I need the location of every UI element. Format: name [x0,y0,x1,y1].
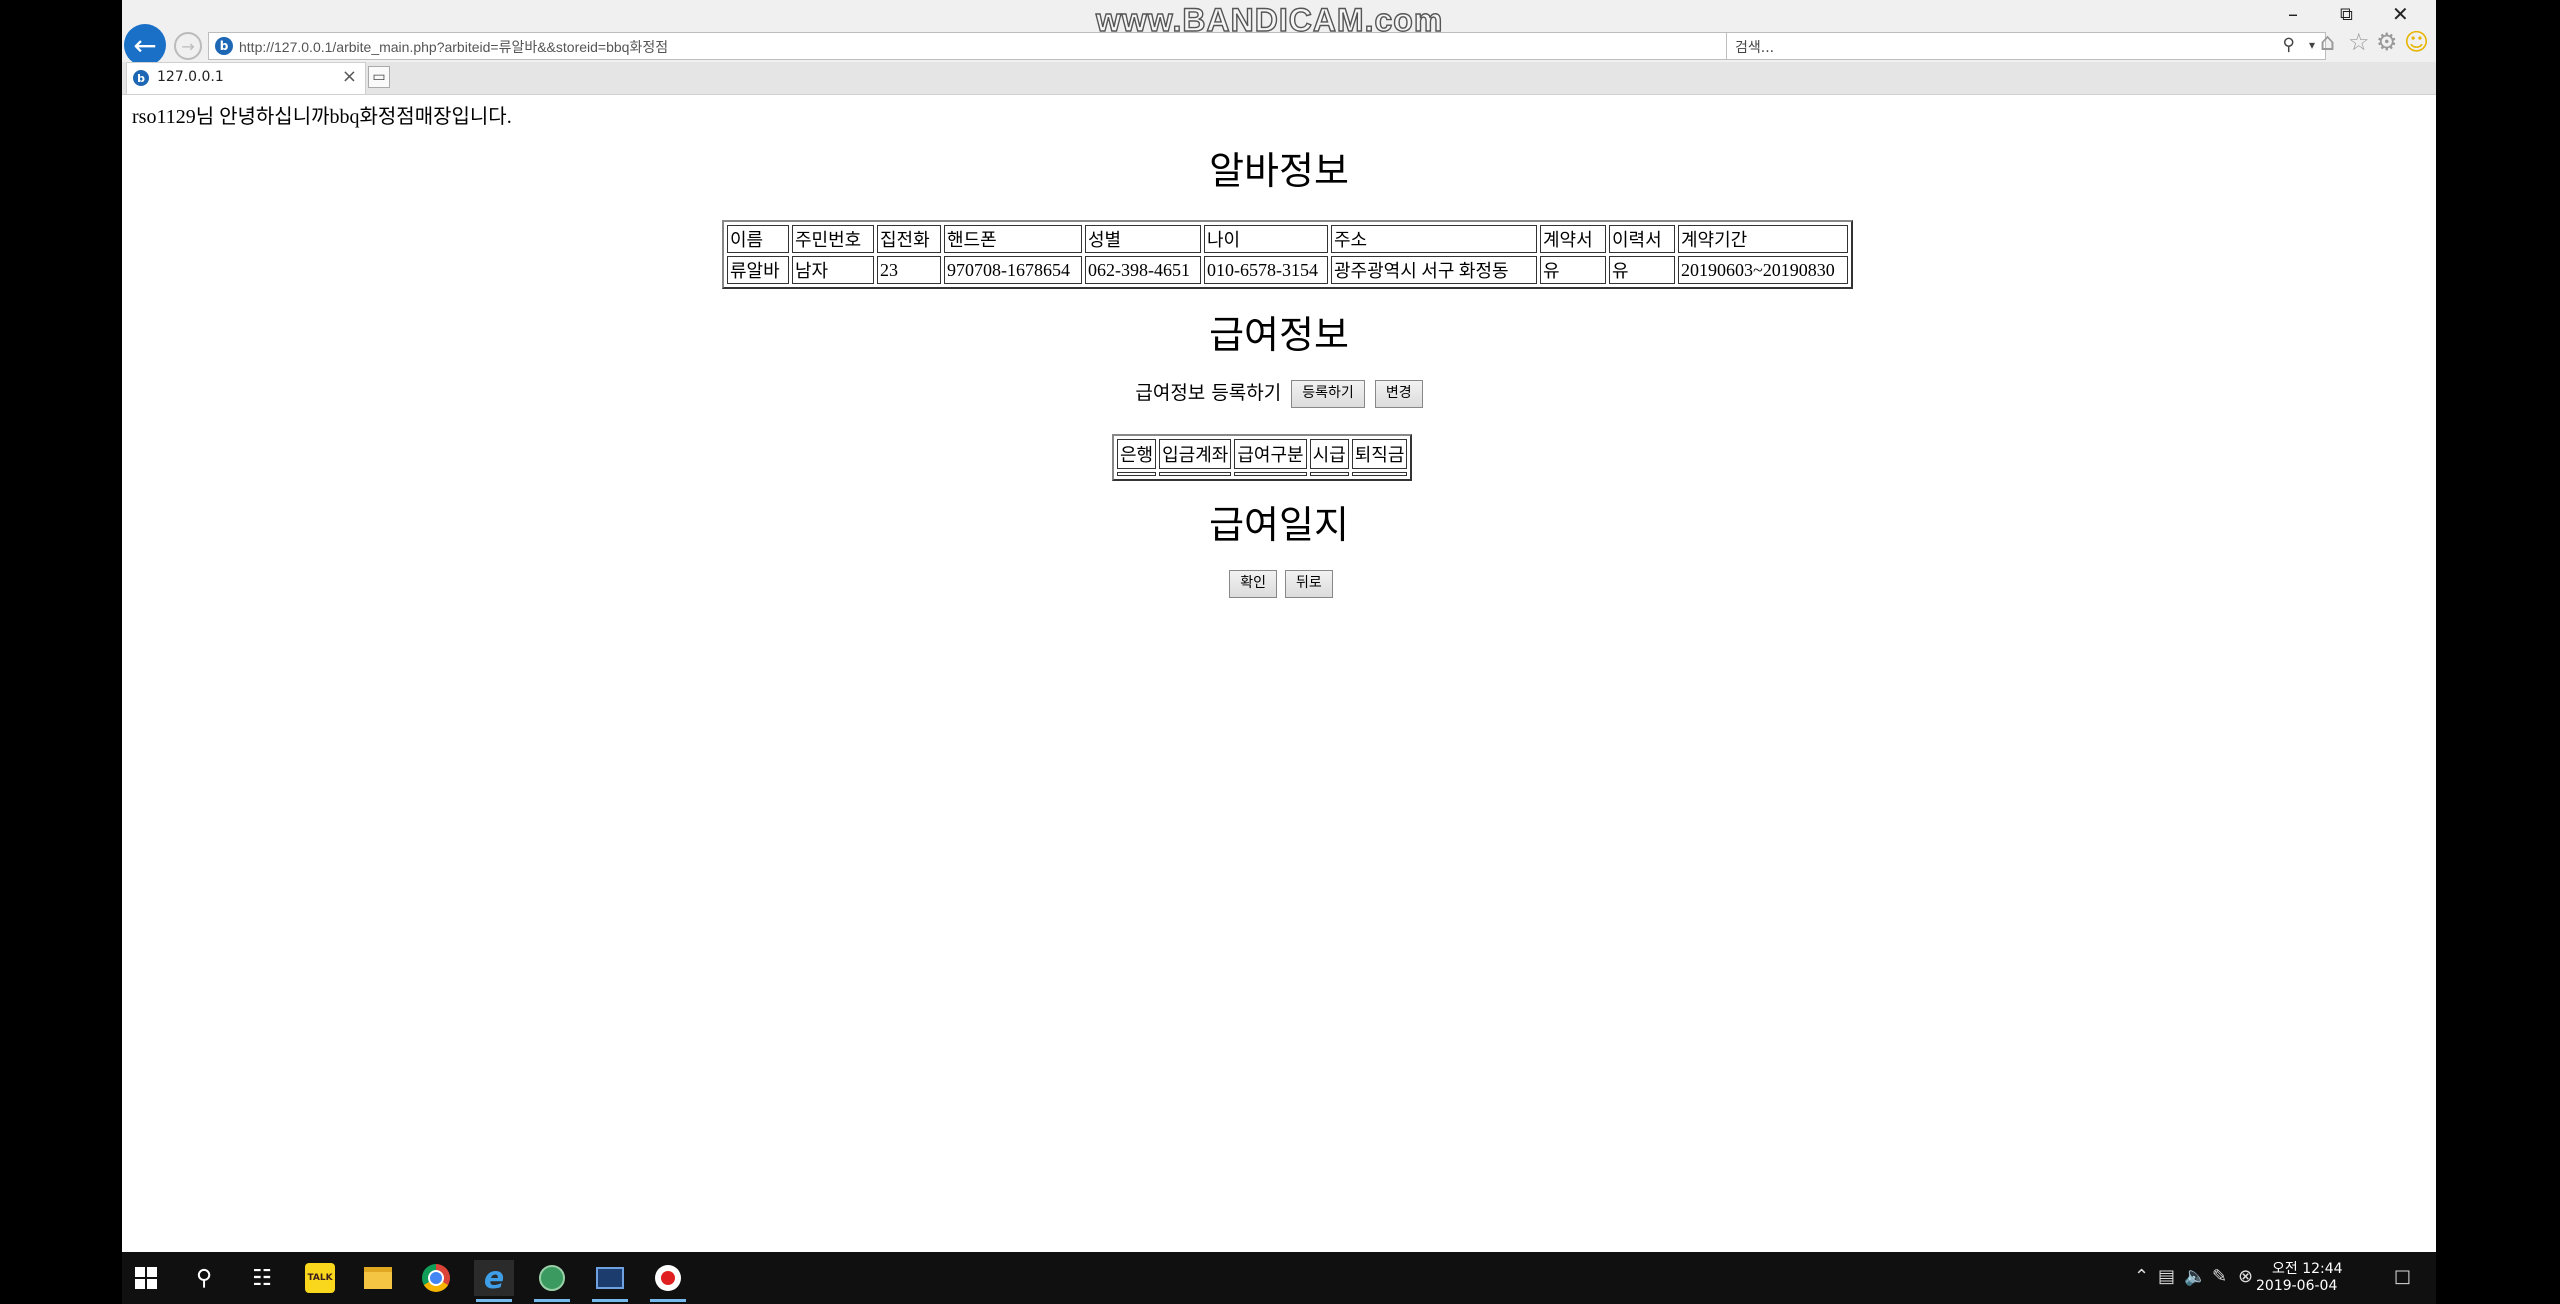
header-cell: 나이 [1204,225,1328,253]
site-icon: b [215,37,233,55]
favorites-star-icon[interactable]: ☆ [2348,28,2370,56]
header-cell: 시급 [1309,439,1349,469]
table-cell [1117,472,1157,476]
table-cell: 062-398-4651 [1085,256,1201,284]
tab-close-icon[interactable]: × [342,66,357,87]
table-header-row: 은행 입금계좌 급여구분 시급 퇴직금 [1117,439,1408,469]
volume-icon[interactable]: 🔈 [2184,1266,2206,1287]
table-cell: 광주광역시 서구 화정동 [1331,256,1537,284]
new-tab-button[interactable]: ▭ [368,66,390,88]
table-cell: 23 [877,256,941,284]
table-cell [1234,472,1307,476]
search-icon[interactable]: ⚲ [184,1260,224,1296]
table-header-row: 이름 주민번호 집전화 핸드폰 성별 나이 주소 계약서 이력서 계약기간 [727,225,1848,253]
alba-info-table: 이름 주민번호 집전화 핸드폰 성별 나이 주소 계약서 이력서 계약기간 류알… [722,220,1853,289]
kakaotalk-icon[interactable]: TALK [300,1260,340,1296]
pen-icon[interactable]: ✎ [2212,1266,2227,1287]
table-cell [1309,472,1349,476]
header-cell: 계약기간 [1678,225,1848,253]
tab-site-icon: b [133,70,149,86]
gear-icon[interactable]: ⚙ [2376,28,2398,56]
close-window-icon[interactable]: ✕ [2392,2,2409,26]
clock-date[interactable]: 2019-06-04 [2256,1278,2337,1294]
table-row [1117,472,1408,476]
task-view-icon[interactable]: ☷ [242,1260,282,1296]
navigation-bar: www.BANDICAM.com ← → b http://127.0.0.1/… [122,0,2436,66]
header-cell: 이름 [727,225,789,253]
pay-register-label: 급여정보 등록하기 [1135,382,1282,404]
table-cell: 20190603~20190830 [1678,256,1848,284]
alba-info-heading: 알바정보 [1209,149,1349,193]
search-dropdown-icon[interactable]: ▾ [2309,38,2315,52]
app-window-icon[interactable] [590,1260,630,1302]
table-cell: 유 [1540,256,1606,284]
pay-log-heading: 급여일지 [1209,503,1349,547]
chrome-icon[interactable] [416,1260,456,1296]
header-cell: 입금계좌 [1159,439,1232,469]
forward-button[interactable]: → [174,32,202,60]
header-cell: 핸드폰 [944,225,1082,253]
pay-info-table: 은행 입금계좌 급여구분 시급 퇴직금 [1112,434,1413,481]
search-input[interactable]: 검색... [1735,37,1774,57]
tab-active[interactable]: b 127.0.0.1 × [126,62,366,94]
notifications-icon[interactable]: □ [2394,1266,2411,1287]
clock-time[interactable]: 오전 12:44 [2272,1258,2343,1278]
table-cell [1351,472,1408,476]
search-icon[interactable]: ⚲ [2283,35,2295,55]
home-icon[interactable]: ⌂ [2320,28,2335,56]
arrow-left-icon: ← [133,28,157,62]
arrow-right-icon: → [181,36,195,56]
page-content: rso1129님 안녕하십니까bbq화정점매장입니다. 알바정보 이름 주민번호… [122,94,2436,1252]
tab-bar: b 127.0.0.1 × ▭ [122,62,2436,95]
status-bar [122,1232,602,1252]
header-cell: 계약서 [1540,225,1606,253]
taskbar: ⚲ ☷ TALK e ⌃ ▤ 🔈 ✎ ⊗ 오전 12:44 2019-06-04… [122,1252,2436,1304]
table-cell: 남자 [792,256,874,284]
header-cell: 집전화 [877,225,941,253]
confirm-button[interactable]: 확인 [1229,570,1277,598]
table-cell [1159,472,1232,476]
table-cell: 010-6578-3154 [1204,256,1328,284]
kakaotalk-label: TALK [305,1263,335,1293]
search-box[interactable]: 검색... ⚲ ▾ [1726,32,2326,60]
back-page-button[interactable]: 뒤로 [1285,570,1333,598]
network-app-icon[interactable] [532,1260,572,1302]
bandicam-record-icon[interactable] [648,1260,688,1302]
chevron-up-icon[interactable]: ⌃ [2134,1266,2149,1287]
header-cell: 주소 [1331,225,1537,253]
change-button[interactable]: 변경 [1374,379,1423,408]
network-icon[interactable]: ▤ [2158,1266,2175,1287]
header-cell: 성별 [1085,225,1201,253]
header-cell: 주민번호 [792,225,874,253]
smiley-feedback-icon[interactable]: ☺ [2404,28,2429,56]
register-button[interactable]: 등록하기 [1291,379,1365,408]
table-cell: 970708-1678654 [944,256,1082,284]
restore-icon[interactable]: ⧉ [2340,4,2353,25]
header-cell: 은행 [1117,439,1157,469]
windows-start-icon[interactable] [126,1260,166,1296]
file-explorer-icon[interactable] [358,1260,398,1296]
security-status-icon[interactable]: ⊗ [2238,1266,2253,1287]
header-cell: 급여구분 [1234,439,1307,469]
header-cell: 퇴직금 [1351,439,1408,469]
tab-title: 127.0.0.1 [157,69,224,85]
browser-window: www.BANDICAM.com ← → b http://127.0.0.1/… [122,0,2436,1252]
internet-explorer-icon[interactable]: e [474,1260,514,1302]
pay-register-row: 급여정보 등록하기 등록하기 변경 [122,378,2436,408]
back-button[interactable]: ← [124,24,166,66]
header-cell: 이력서 [1609,225,1675,253]
minimize-icon[interactable]: – [2288,2,2298,26]
address-bar[interactable]: b http://127.0.0.1/arbite_main.php?arbit… [208,32,1802,60]
address-url[interactable]: http://127.0.0.1/arbite_main.php?arbitei… [239,37,668,57]
table-row: 류알바 남자 23 970708-1678654 062-398-4651 01… [727,256,1848,284]
table-cell: 유 [1609,256,1675,284]
form-buttons: 확인 뒤로 [122,570,2436,598]
pay-info-heading: 급여정보 [1209,313,1349,357]
table-cell: 류알바 [727,256,789,284]
greeting-text: rso1129님 안녕하십니까bbq화정점매장입니다. [132,106,512,128]
